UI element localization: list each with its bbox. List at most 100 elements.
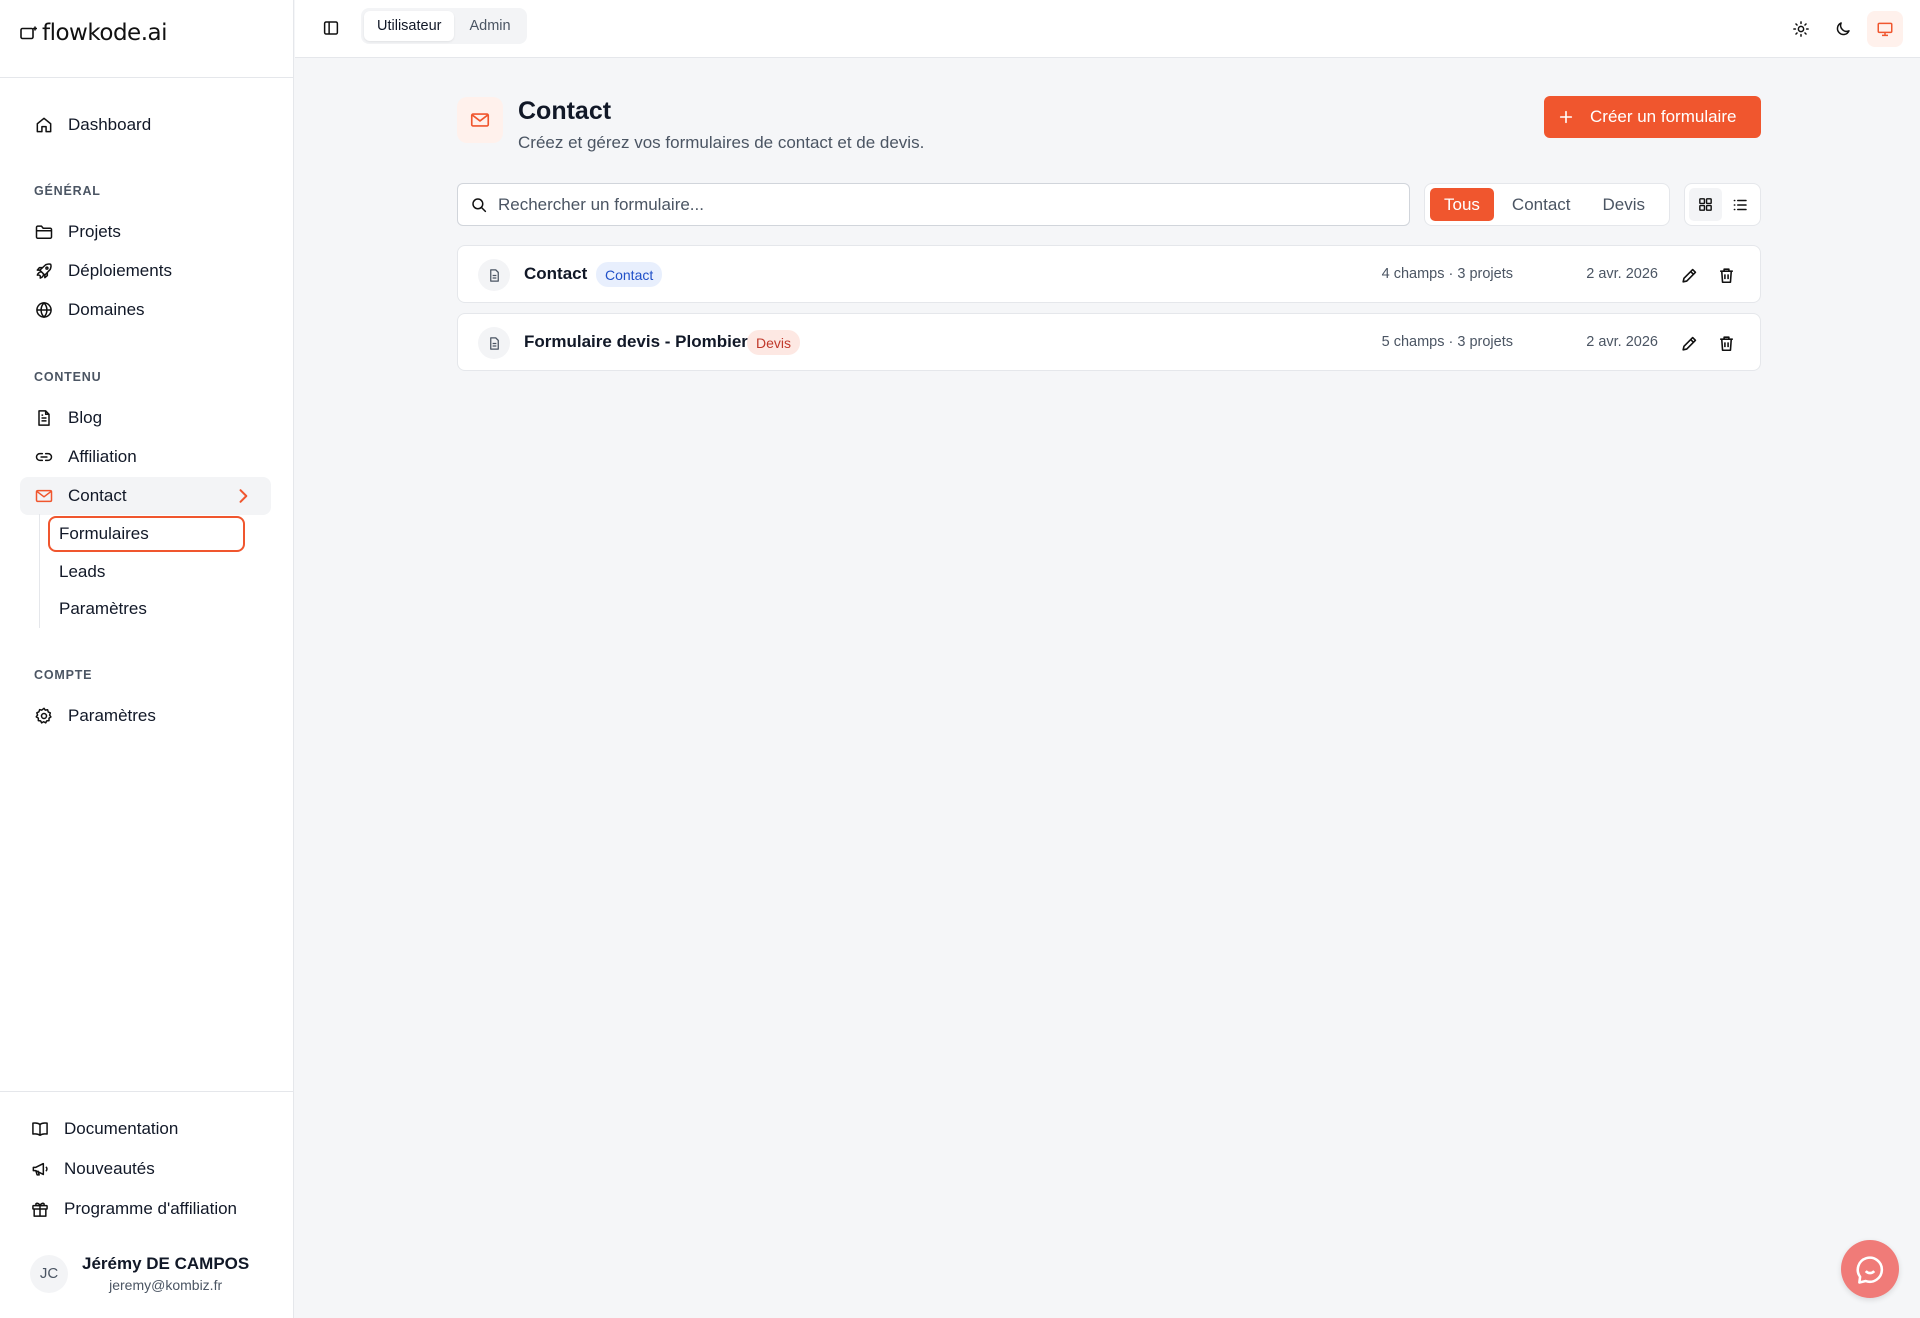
pencil-icon: [1680, 334, 1699, 353]
sidebar-panel-icon: [322, 19, 340, 37]
chevron-right-icon: [233, 486, 253, 506]
top-bar: Utilisateur Admin: [295, 0, 1920, 58]
filter-contact[interactable]: Contact: [1498, 188, 1585, 221]
form-date: 2 avr. 2026: [1586, 334, 1658, 350]
book-icon: [30, 1119, 50, 1139]
sidebar-item-blog[interactable]: Blog: [20, 399, 271, 437]
footer-link-label: Nouveautés: [64, 1159, 155, 1178]
footer-link-nouveautes[interactable]: Nouveautés: [16, 1150, 267, 1188]
form-type-badge: Devis: [747, 330, 801, 355]
user-profile[interactable]: JC Jérémy DE CAMPOS jeremy@kombiz.fr: [30, 1254, 249, 1293]
sidebar-item-label: Blog: [68, 408, 103, 427]
sidebar-item-affiliation[interactable]: Affiliation: [20, 438, 271, 476]
edit-button[interactable]: [1677, 263, 1701, 287]
trash-icon: [1717, 266, 1736, 285]
sidebar-item-label: Paramètres: [68, 706, 156, 725]
file-icon: [478, 327, 510, 359]
footer-link-label: Programme d'affiliation: [64, 1199, 238, 1218]
trash-icon: [1717, 334, 1736, 353]
create-form-button[interactable]: Créer un formulaire: [1544, 96, 1761, 138]
gift-icon: [30, 1199, 50, 1219]
sidebar-item-label: Contact: [68, 486, 127, 505]
sidebar-item-parametres[interactable]: Paramètres: [20, 697, 271, 735]
search-input[interactable]: [498, 194, 1378, 215]
pencil-icon: [1680, 266, 1699, 285]
mode-switch: Utilisateur Admin: [361, 8, 527, 44]
footer-link-label: Documentation: [64, 1119, 179, 1138]
mode-button-utilisateur[interactable]: Utilisateur: [364, 11, 455, 41]
search-box: [457, 183, 1410, 226]
moon-icon: [1834, 20, 1852, 38]
sun-icon: [1792, 20, 1810, 38]
sidebar-item-label: Dashboard: [68, 115, 152, 134]
view-toggle: [1684, 183, 1761, 226]
user-name: Jérémy DE CAMPOS: [82, 1254, 250, 1273]
grid-view-button[interactable]: [1689, 188, 1722, 221]
form-date: 2 avr. 2026: [1586, 266, 1658, 282]
footer-link-programme-affiliation[interactable]: Programme d'affiliation: [16, 1190, 267, 1228]
logo-mark-icon: [20, 25, 38, 41]
footer-link-documentation[interactable]: Documentation: [16, 1110, 267, 1148]
sidebar-item-dashboard[interactable]: Dashboard: [20, 106, 271, 144]
sidebar-item-projets[interactable]: Projets: [20, 213, 271, 251]
submenu-guide-line: [39, 514, 40, 628]
brand-logo[interactable]: flowkode.ai: [20, 18, 168, 48]
folder-icon: [34, 222, 54, 242]
section-label-general: GÉNÉRAL: [34, 184, 101, 198]
logo-text: flowkode.ai: [42, 20, 168, 46]
divider: [0, 77, 294, 78]
chat-bubble-icon: [1853, 1252, 1887, 1286]
mode-button-admin[interactable]: Admin: [456, 11, 523, 41]
sidebar-item-label: Affiliation: [68, 447, 137, 466]
megaphone-icon: [30, 1159, 50, 1179]
delete-button[interactable]: [1714, 331, 1738, 355]
list-view-button[interactable]: [1724, 188, 1757, 221]
form-name: Formulaire devis - Plombier: [524, 332, 748, 351]
gear-icon: [34, 706, 54, 726]
light-theme-button[interactable]: [1783, 11, 1819, 47]
type-filter: Tous Contact Devis: [1424, 183, 1670, 226]
form-meta: 5 champs · 3 projets: [1381, 334, 1513, 350]
avatar: JC: [30, 1254, 68, 1293]
sidebar-subitem-parametres[interactable]: Paramètres: [48, 591, 245, 627]
form-row[interactable]: Formulaire devis - Plombier Devis 5 cham…: [457, 313, 1761, 371]
filter-tous[interactable]: Tous: [1430, 188, 1494, 221]
dark-theme-button[interactable]: [1825, 11, 1861, 47]
file-icon: [478, 259, 510, 291]
mail-icon: [34, 486, 54, 506]
rocket-icon: [34, 261, 54, 281]
page-icon: [457, 97, 503, 143]
delete-button[interactable]: [1714, 263, 1738, 287]
form-name: Contact: [524, 264, 588, 283]
user-email: jeremy@kombiz.fr: [109, 1277, 223, 1293]
home-icon: [34, 115, 54, 135]
list-icon: [1731, 196, 1749, 214]
page-title: Contact: [518, 97, 612, 125]
edit-button[interactable]: [1677, 331, 1701, 355]
sidebar-subitem-leads[interactable]: Leads: [48, 554, 245, 590]
toggle-sidebar-button[interactable]: [319, 16, 343, 40]
chat-support-button[interactable]: [1841, 1240, 1899, 1298]
system-theme-button[interactable]: [1867, 11, 1903, 47]
plus-icon: [1558, 109, 1574, 125]
sidebar-item-contact[interactable]: Contact: [20, 477, 271, 515]
sidebar-item-domaines[interactable]: Domaines: [20, 291, 271, 329]
globe-icon: [34, 300, 54, 320]
search-icon: [470, 196, 488, 214]
sidebar: flowkode.ai Dashboard GÉNÉRAL Projets Dé…: [0, 0, 294, 1318]
form-meta: 4 champs · 3 projets: [1381, 266, 1513, 282]
sidebar-subitem-formulaires[interactable]: Formulaires: [48, 516, 245, 552]
form-row[interactable]: Contact Contact 4 champs · 3 projets 2 a…: [457, 245, 1761, 303]
divider: [0, 1091, 294, 1092]
section-label-account: COMPTE: [34, 668, 93, 682]
mail-icon: [469, 109, 491, 131]
filter-devis[interactable]: Devis: [1589, 188, 1660, 221]
sidebar-item-label: Projets: [68, 222, 121, 241]
form-type-badge: Contact: [596, 262, 663, 287]
monitor-icon: [1876, 20, 1894, 38]
document-icon: [34, 408, 54, 428]
create-form-label: Créer un formulaire: [1590, 107, 1737, 126]
page-subtitle: Créez et gérez vos formulaires de contac…: [518, 133, 925, 152]
sidebar-item-label: Domaines: [68, 300, 145, 319]
sidebar-item-deploiements[interactable]: Déploiements: [20, 252, 271, 290]
